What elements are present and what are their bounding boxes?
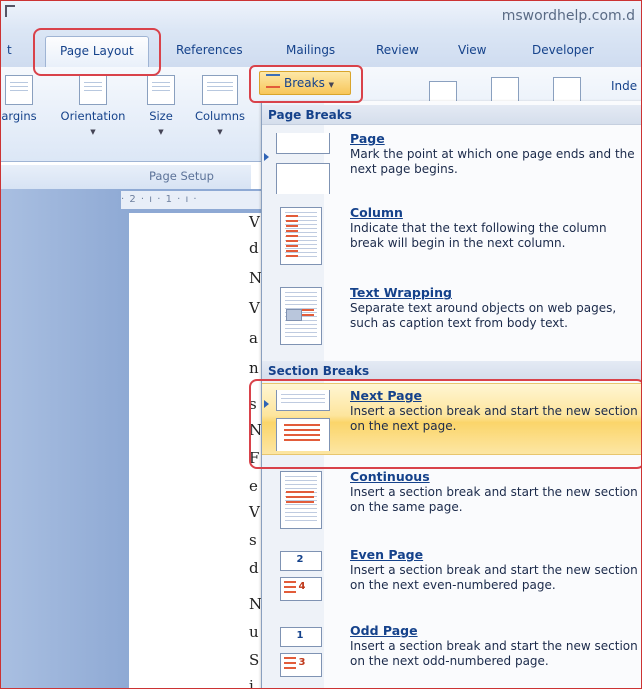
size-label: Size xyxy=(149,109,173,123)
menu-item-page[interactable]: Page Mark the point at which one page en… xyxy=(262,127,641,199)
size-button[interactable]: Size ▼ xyxy=(141,75,181,137)
menu-item-title: Page xyxy=(350,131,385,146)
orientation-button[interactable]: Orientation ▼ xyxy=(47,75,139,137)
menu-item-desc: Insert a section break and start the new… xyxy=(350,563,638,592)
page-text-letter: i xyxy=(249,677,254,689)
menu-item-desc: Insert a section break and start the new… xyxy=(350,485,638,514)
tab-partial[interactable]: t xyxy=(7,43,12,57)
tab-developer[interactable]: Developer xyxy=(532,43,594,57)
tab-page-layout[interactable]: Page Layout xyxy=(45,36,149,67)
page-text-letter: s xyxy=(249,531,257,549)
odd-num-top: 1 xyxy=(296,630,304,641)
title-bar: mswordhelp.com.d xyxy=(1,1,641,31)
menu-item-column[interactable]: Column Indicate that the text following … xyxy=(262,201,641,277)
ribbon-tabs: t Page Layout References Mailings Review… xyxy=(1,31,641,67)
page-text-letter: u xyxy=(249,623,259,641)
document-page[interactable] xyxy=(129,213,269,688)
section-breaks-header: Section Breaks xyxy=(262,361,641,381)
watermark-site: mswordhelp.com.d xyxy=(501,8,635,24)
columns-label: Columns xyxy=(194,109,246,123)
even-num-top: 2 xyxy=(296,554,304,565)
breaks-button[interactable]: Breaks ▼ xyxy=(259,71,351,95)
tab-references[interactable]: References xyxy=(176,43,243,57)
size-icon xyxy=(147,75,175,105)
quick-access-icon[interactable] xyxy=(5,5,15,17)
tab-mailings[interactable]: Mailings xyxy=(286,43,335,57)
page-text-letter: s xyxy=(249,395,257,413)
columns-button[interactable]: Columns ▼ xyxy=(187,75,253,137)
page-text-letter: n xyxy=(249,359,259,377)
odd-num-bottom: 3 xyxy=(298,657,306,668)
page-text-letter: S xyxy=(249,651,260,669)
page-breaks-header: Page Breaks xyxy=(262,105,641,125)
menu-item-desc: Insert a section break and start the new… xyxy=(350,639,638,668)
page-text-letter: V xyxy=(249,503,260,521)
page-text-letter: d xyxy=(249,559,259,577)
margins-label: argins xyxy=(1,109,37,123)
menu-item-desc: Separate text around objects on web page… xyxy=(350,301,617,330)
menu-item-next-page[interactable]: Next Page Insert a section break and sta… xyxy=(262,383,641,455)
margins-button[interactable]: argins xyxy=(1,75,45,123)
menu-item-title: Continuous xyxy=(350,469,430,484)
even-num-bottom: 4 xyxy=(298,581,306,592)
menu-item-text-wrapping[interactable]: Text Wrapping Separate text around objec… xyxy=(262,281,641,357)
menu-item-title: Next Page xyxy=(350,388,423,403)
menu-item-desc: Insert a section break and start the new… xyxy=(350,404,638,433)
page-text-letter: d xyxy=(249,239,259,257)
orientation-label: Orientation xyxy=(60,109,126,123)
page-text-letter: V xyxy=(249,213,260,231)
breaks-icon xyxy=(266,74,280,88)
page-text-letter: V xyxy=(249,299,260,317)
tab-review[interactable]: Review xyxy=(376,43,419,57)
menu-item-even-page[interactable]: 2 4 Even Page Insert a section break and… xyxy=(262,543,641,615)
word-window: mswordhelp.com.d t Page Layout Reference… xyxy=(0,0,642,689)
menu-item-title: Text Wrapping xyxy=(350,285,452,300)
menu-item-title: Even Page xyxy=(350,547,424,562)
page-text-letter: a xyxy=(249,329,258,347)
menu-item-desc: Mark the point at which one page ends an… xyxy=(350,147,635,176)
columns-icon xyxy=(202,75,238,105)
breaks-label: Breaks xyxy=(284,76,325,90)
menu-item-continuous[interactable]: Continuous Insert a section break and st… xyxy=(262,465,641,541)
orientation-icon xyxy=(79,75,107,105)
page-text-letter: e xyxy=(249,477,258,495)
ruler: · 2 · ı · 1 · ı · xyxy=(121,191,271,209)
indent-label: Inde xyxy=(611,79,638,93)
menu-item-title: Column xyxy=(350,205,403,220)
menu-item-title: Odd Page xyxy=(350,623,418,638)
menu-item-desc: Indicate that the text following the col… xyxy=(350,221,607,250)
page-text-letter: F xyxy=(249,449,260,467)
tab-view[interactable]: View xyxy=(458,43,486,57)
breaks-dropdown: Page Breaks Page Mark the point at which… xyxy=(261,101,641,688)
menu-item-odd-page[interactable]: 1 3 Odd Page Insert a section break and … xyxy=(262,619,641,688)
margins-icon xyxy=(5,75,33,105)
group-label: Page Setup xyxy=(149,169,214,183)
